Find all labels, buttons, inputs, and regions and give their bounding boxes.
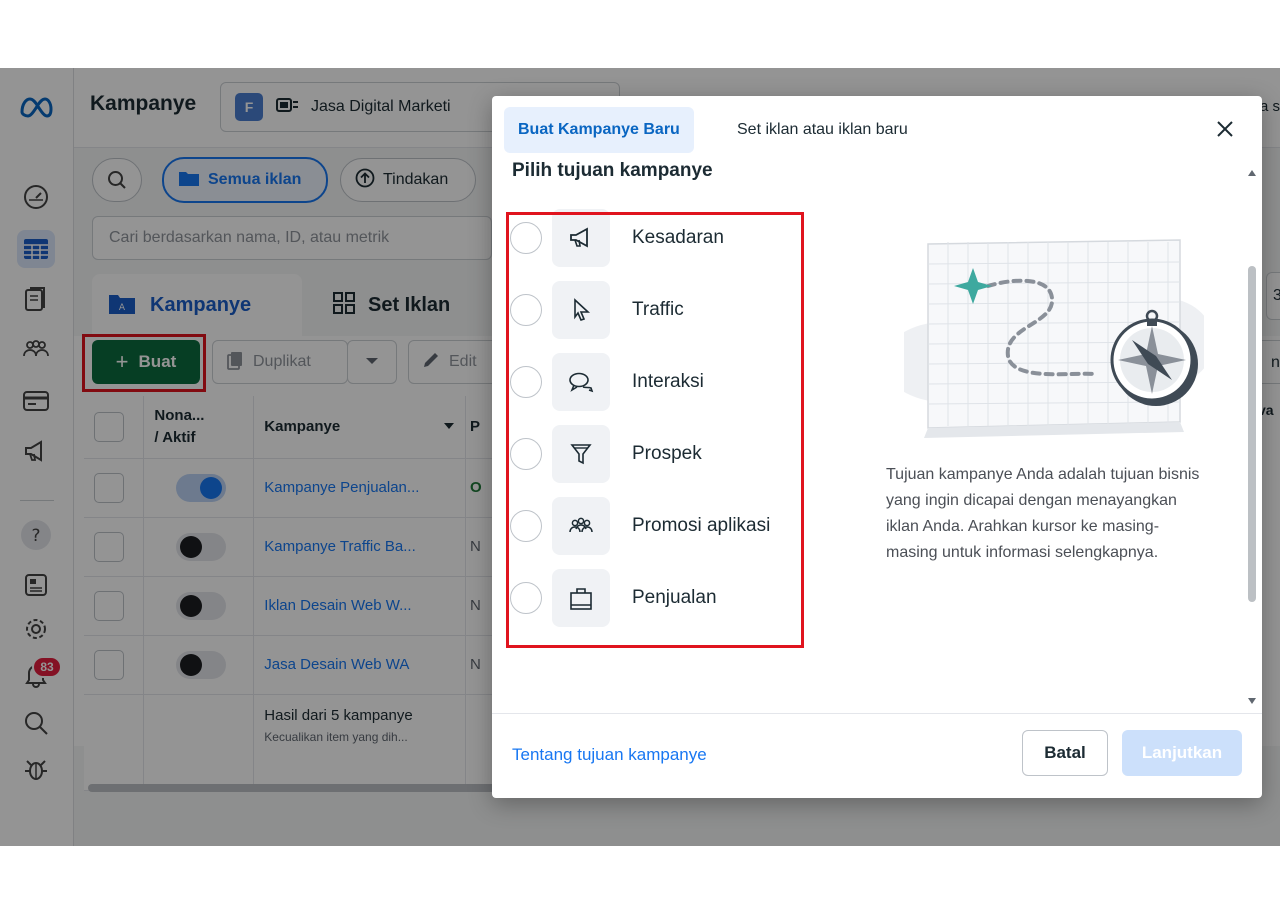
objective-description: Tujuan kampanye Anda adalah tujuan bisni… [886,466,1200,561]
objective-option-traffic[interactable]: Traffic [510,279,790,341]
create-campaign-dialog: Buat Kampanye Baru Set iklan atau iklan … [492,96,1262,798]
objective-section-title: Pilih tujuan kampanye [512,160,713,181]
objective-radio[interactable] [510,366,542,398]
megaphone-icon [552,209,610,267]
objective-radio[interactable] [510,582,542,614]
continue-button[interactable]: Lanjutkan [1122,730,1242,776]
about-objectives-link[interactable]: Tentang tujuan kampanye [512,745,707,765]
objective-radio[interactable] [510,222,542,254]
objective-option-leads[interactable]: Prospek [510,423,790,485]
dialog-scrollbar-thumb[interactable] [1248,266,1256,602]
close-icon[interactable] [1210,114,1240,144]
objective-radio[interactable] [510,438,542,470]
cancel-button[interactable]: Batal [1022,730,1108,776]
objective-option-engagement[interactable]: Interaksi [510,351,790,413]
dialog-footer: Tentang tujuan kampanye Batal Lanjutkan [492,713,1262,798]
objective-radio[interactable] [510,510,542,542]
objective-option-sales[interactable]: Penjualan [510,567,790,629]
tab-new-campaign[interactable]: Buat Kampanye Baru [504,107,694,153]
tab-existing-ad-set[interactable]: Set iklan atau iklan baru [723,107,922,153]
map-compass-illustration [884,232,1214,448]
objective-option-app-promotion[interactable]: Promosi aplikasi [510,495,790,557]
people-icon [552,497,610,555]
cursor-icon [552,281,610,339]
objective-radio[interactable] [510,294,542,326]
objective-label: Kesadaran [632,227,724,248]
objective-option-awareness[interactable]: Kesadaran [510,207,790,269]
objective-label: Traffic [632,299,684,320]
objective-label: Interaksi [632,371,704,392]
objective-label: Penjualan [632,587,717,608]
objective-label: Prospek [632,443,702,464]
chat-bubbles-icon [552,353,610,411]
shopping-bag-icon [552,569,610,627]
filter-icon [552,425,610,483]
objective-label: Promosi aplikasi [632,515,771,536]
